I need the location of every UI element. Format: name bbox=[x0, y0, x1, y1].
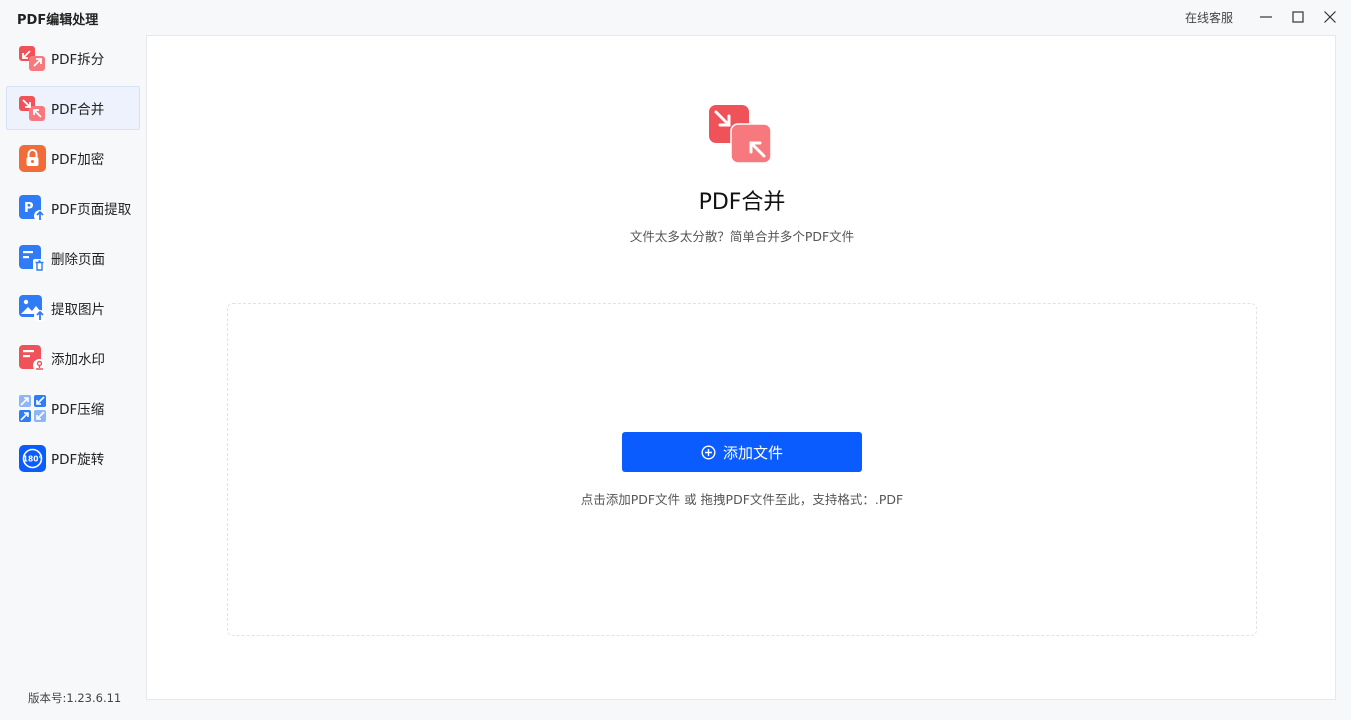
close-icon bbox=[1324, 11, 1336, 23]
rotate-degree-text: 180° bbox=[23, 454, 43, 463]
sidebar-item-pdf-encrypt[interactable]: PDF加密 bbox=[6, 136, 140, 180]
sidebar-item-label: 添加水印 bbox=[51, 352, 105, 368]
merge-arrows-icon bbox=[19, 95, 45, 121]
version-label: 版本号:1.23.6.11 bbox=[28, 691, 122, 705]
add-file-button[interactable]: 添加文件 bbox=[622, 432, 862, 472]
sidebar-item-label: PDF旋转 bbox=[51, 452, 105, 468]
maximize-icon bbox=[1292, 11, 1304, 23]
merge-arrows-icon bbox=[709, 105, 772, 164]
sidebar-item-label: 提取图片 bbox=[51, 302, 105, 318]
close-button[interactable] bbox=[1317, 6, 1343, 28]
svg-text:P: P bbox=[24, 201, 34, 216]
drop-hint-text: 点击添加PDF文件 或 拖拽PDF文件至此，支持格式：.PDF bbox=[580, 492, 904, 507]
sidebar-item-add-watermark[interactable]: 添加水印 bbox=[6, 336, 140, 380]
sidebar-item-pdf-merge[interactable]: PDF合并 bbox=[6, 86, 140, 130]
delete-page-icon bbox=[19, 244, 46, 272]
watermark-icon bbox=[19, 344, 46, 372]
sidebar-item-pdf-rotate[interactable]: 180° PDF旋转 bbox=[6, 436, 140, 480]
split-arrows-icon bbox=[19, 45, 45, 71]
sidebar-item-label: 删除页面 bbox=[51, 252, 105, 268]
window-controls: 在线客服 bbox=[1185, 6, 1343, 28]
sidebar-item-label: PDF页面提取 bbox=[51, 202, 132, 218]
sidebar-item-label: PDF拆分 bbox=[51, 52, 105, 68]
main-panel: PDF合并 文件太多太分散？简单合并多个PDF文件 添加文件 点击添加PDF文件… bbox=[146, 35, 1336, 700]
page-extract-icon: P bbox=[19, 194, 46, 222]
page-subtitle: 文件太多太分散？简单合并多个PDF文件 bbox=[629, 229, 855, 244]
minimize-button[interactable] bbox=[1253, 6, 1279, 28]
maximize-button[interactable] bbox=[1285, 6, 1311, 28]
sidebar-item-page-extract[interactable]: P PDF页面提取 bbox=[6, 186, 140, 230]
sidebar-item-extract-image[interactable]: 提取图片 bbox=[6, 286, 140, 330]
add-file-button-label: 添加文件 bbox=[722, 443, 783, 462]
compress-icon bbox=[19, 394, 46, 422]
sidebar-item-delete-page[interactable]: 删除页面 bbox=[6, 236, 140, 280]
extract-image-icon bbox=[19, 294, 46, 322]
rotate-180-icon: 180° bbox=[19, 444, 46, 472]
page-title: PDF合并 bbox=[698, 190, 786, 215]
minimize-icon bbox=[1260, 16, 1272, 18]
online-support-link[interactable]: 在线客服 bbox=[1185, 9, 1233, 26]
app-title: PDF编辑处理 bbox=[17, 13, 99, 28]
sidebar-item-label: PDF压缩 bbox=[51, 402, 105, 418]
sidebar-item-label: PDF加密 bbox=[51, 152, 105, 168]
sidebar-item-pdf-split[interactable]: PDF拆分 bbox=[6, 36, 140, 80]
lock-icon bbox=[19, 144, 46, 172]
sidebar-item-pdf-compress[interactable]: PDF压缩 bbox=[6, 386, 140, 430]
file-drop-zone[interactable]: 添加文件 点击添加PDF文件 或 拖拽PDF文件至此，支持格式：.PDF bbox=[227, 303, 1257, 636]
plus-circle-icon bbox=[701, 444, 716, 460]
sidebar: PDF拆分 PDF合并 PDF加密 P PDF页面提取 删除页面 提取图片 添加… bbox=[0, 36, 146, 720]
sidebar-item-label: PDF合并 bbox=[51, 102, 105, 118]
title-bar: PDF编辑处理 在线客服 bbox=[0, 0, 1351, 36]
